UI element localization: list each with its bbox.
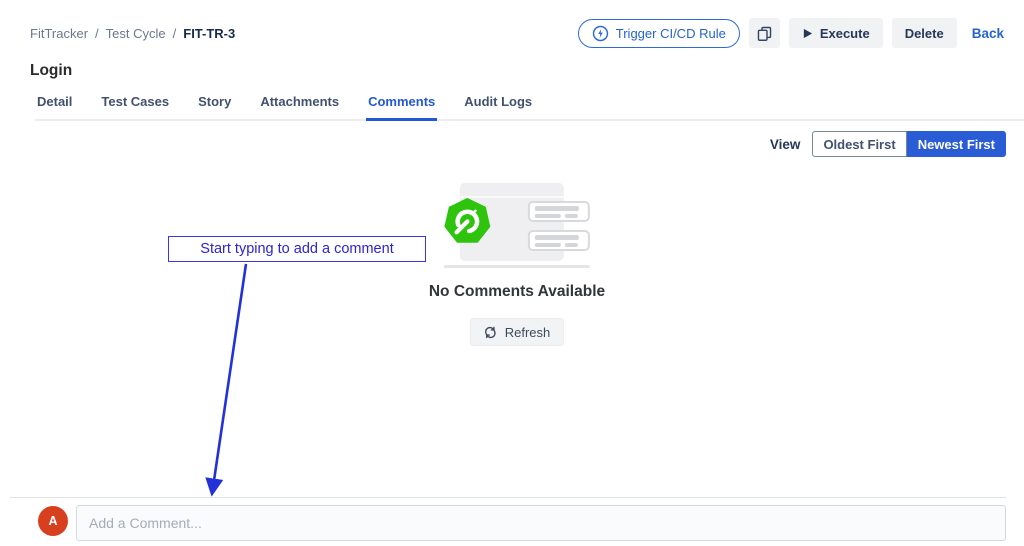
breadcrumb: FitTracker / Test Cycle / FIT-TR-3	[30, 26, 235, 41]
no-comments-title: No Comments Available	[429, 283, 605, 301]
breadcrumb-separator: /	[173, 26, 177, 41]
delete-label: Delete	[905, 26, 944, 41]
tab-detail[interactable]: Detail	[35, 94, 74, 121]
copy-button[interactable]	[749, 18, 780, 48]
breadcrumb-item-test-cycle[interactable]: Test Cycle	[106, 26, 166, 41]
view-toggle-row: View Oldest First Newest First	[0, 121, 1024, 157]
add-comment-input[interactable]	[76, 505, 1006, 541]
user-avatar: A	[38, 506, 68, 536]
tab-comments[interactable]: Comments	[366, 94, 437, 121]
view-label: View	[770, 137, 801, 152]
illustration-ground-line	[444, 265, 590, 268]
avatar-initial: A	[48, 514, 57, 528]
breadcrumb-item-app[interactable]: FitTracker	[30, 26, 88, 41]
comment-chip-graphic	[528, 201, 590, 222]
tab-bar: Detail Test Cases Story Attachments Comm…	[35, 94, 1024, 121]
no-comments-illustration	[444, 181, 590, 269]
sort-order-toggle: Oldest First Newest First	[812, 131, 1006, 157]
play-icon	[802, 28, 813, 39]
back-link[interactable]: Back	[972, 26, 1004, 41]
annotation-text: Start typing to add a comment	[200, 241, 393, 257]
comment-bar-divider	[10, 497, 1006, 498]
execute-label: Execute	[820, 26, 870, 41]
tab-test-cases[interactable]: Test Cases	[99, 94, 171, 121]
page-title: Login	[30, 62, 1024, 80]
empty-state: No Comments Available Refresh	[429, 181, 605, 346]
fittracker-gauge-logo-icon	[444, 198, 491, 245]
comment-chip-graphic	[528, 230, 590, 251]
copy-icon	[756, 25, 773, 42]
trigger-cicd-label: Trigger CI/CD Rule	[616, 26, 726, 41]
execute-button[interactable]: Execute	[789, 18, 883, 48]
tab-story[interactable]: Story	[196, 94, 233, 121]
refresh-icon	[484, 326, 497, 339]
header-actions: Trigger CI/CD Rule Execute Delete Back	[578, 18, 1004, 48]
refresh-button[interactable]: Refresh	[470, 318, 565, 346]
oldest-first-button[interactable]: Oldest First	[812, 131, 906, 157]
top-bar: FitTracker / Test Cycle / FIT-TR-3 Trigg…	[0, 0, 1024, 50]
lightning-circle-icon	[592, 25, 609, 42]
refresh-label: Refresh	[505, 325, 551, 340]
breadcrumb-separator: /	[95, 26, 99, 41]
delete-button[interactable]: Delete	[892, 18, 957, 48]
tab-audit-logs[interactable]: Audit Logs	[462, 94, 534, 121]
trigger-cicd-button[interactable]: Trigger CI/CD Rule	[578, 19, 740, 48]
newest-first-button[interactable]: Newest First	[907, 131, 1006, 157]
tab-attachments[interactable]: Attachments	[258, 94, 341, 121]
breadcrumb-item-current: FIT-TR-3	[183, 26, 235, 41]
annotation-callout: Start typing to add a comment	[168, 236, 426, 262]
